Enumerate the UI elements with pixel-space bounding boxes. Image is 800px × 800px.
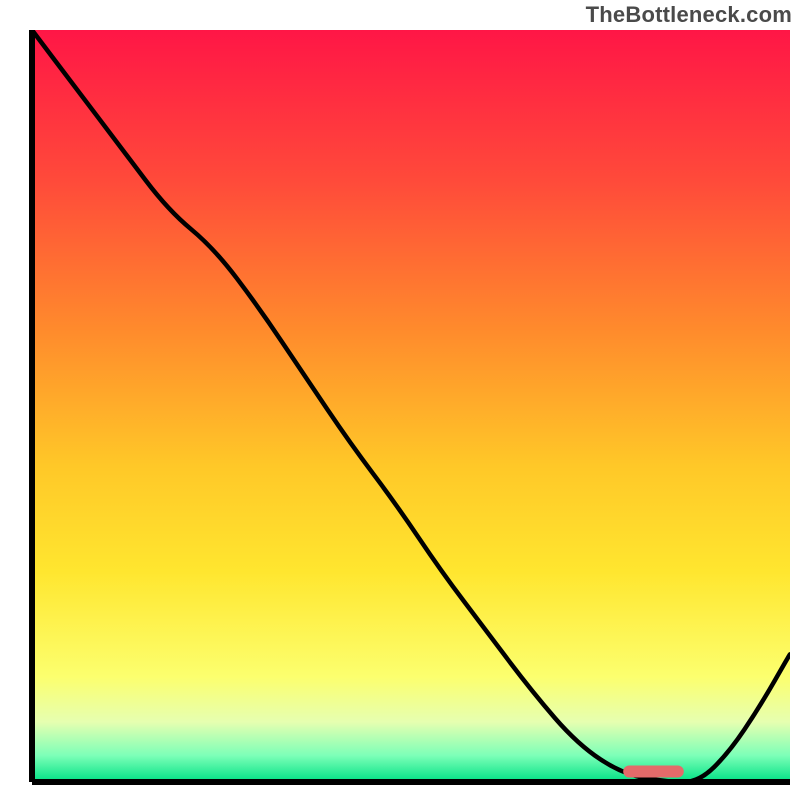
chart-stage: TheBottleneck.com <box>0 0 800 800</box>
optimal-marker <box>623 766 684 778</box>
plot-background <box>32 30 790 782</box>
watermark-text: TheBottleneck.com <box>586 2 792 28</box>
chart-svg <box>0 0 800 800</box>
